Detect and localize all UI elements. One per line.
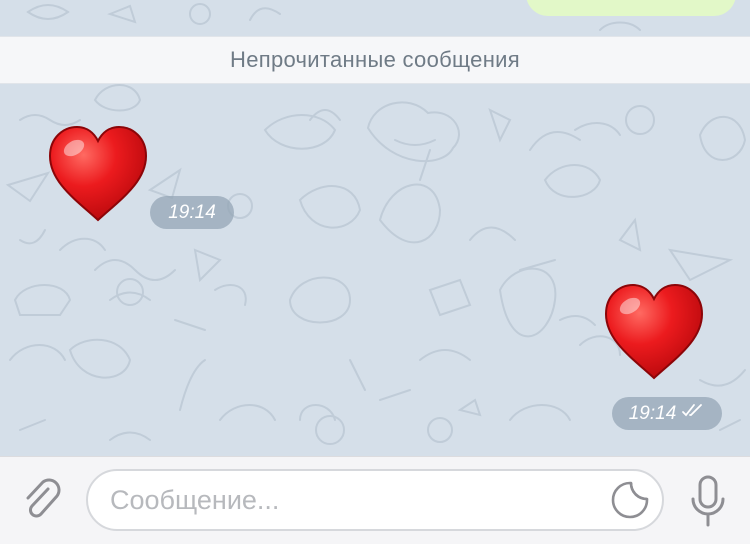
red-heart-emoji-icon [604, 283, 704, 380]
message-composer [0, 456, 750, 544]
red-heart-emoji-icon [48, 125, 148, 222]
microphone-button[interactable] [686, 473, 730, 529]
outgoing-heart-message[interactable] [602, 282, 706, 382]
incoming-message-time: 19:14 [150, 196, 234, 229]
microphone-icon [691, 475, 725, 527]
paperclip-icon [26, 478, 61, 518]
outgoing-message-time: 19:14 [612, 397, 722, 430]
unread-messages-banner: Непрочитанные сообщения [0, 36, 750, 84]
incoming-heart-message[interactable] [46, 124, 150, 224]
unread-messages-label: Непрочитанные сообщения [230, 47, 520, 72]
message-field[interactable] [86, 469, 664, 531]
chat-area[interactable]: Непрочитанные сообщения 19:14 19:14 [0, 0, 750, 456]
previous-outgoing-message-bubble[interactable] [526, 0, 736, 16]
attach-button[interactable] [18, 475, 66, 523]
incoming-time-label: 19:14 [168, 201, 216, 223]
message-input[interactable] [110, 471, 590, 529]
double-check-read-icon [681, 403, 705, 425]
outgoing-time-label: 19:14 [628, 402, 677, 424]
sticker-button[interactable] [610, 480, 650, 520]
sticker-icon [611, 481, 649, 519]
